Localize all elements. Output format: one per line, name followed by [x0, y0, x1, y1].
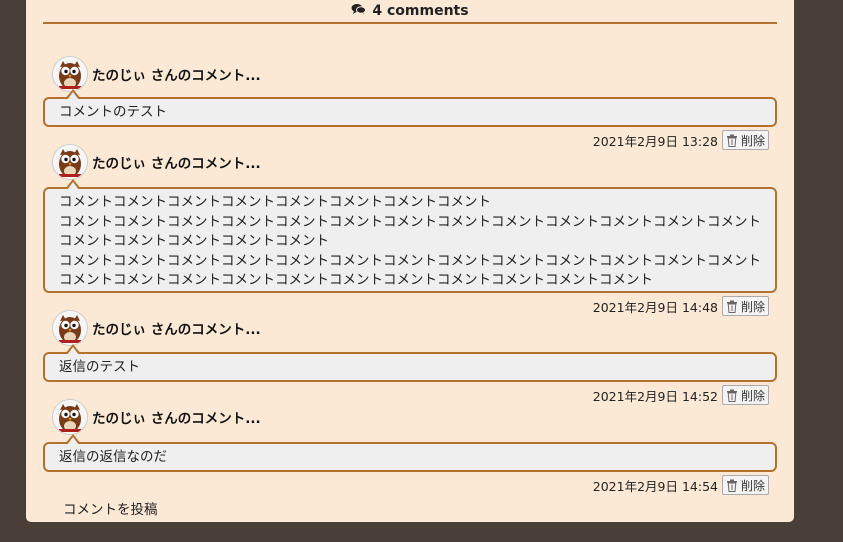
comment-body: コメントコメントコメントコメントコメントコメントコメントコメント コメントコメン… — [43, 179, 777, 293]
delete-button[interactable]: 削除 — [721, 130, 769, 150]
comment-text: コメントのテスト — [59, 104, 167, 120]
owl-avatar-icon[interactable] — [52, 399, 88, 435]
comment-author-name: たのじぃ さんのコメント... — [92, 68, 261, 84]
comment-date[interactable]: 2021年2月9日 14:54 — [593, 476, 718, 495]
comment-date[interactable]: 2021年2月9日 14:52 — [593, 386, 718, 405]
comment-author: たのじぃ さんのコメント... — [52, 399, 261, 435]
comment-text: 返信のテスト — [59, 359, 140, 375]
delete-label: 削除 — [740, 133, 765, 148]
comment-text: コメントコメントコメントコメントコメントコメントコメントコメントコメントコメント… — [59, 252, 761, 289]
comment-author: たのじぃ さんのコメント... — [52, 310, 261, 346]
comments-header: 4 comments — [43, 0, 777, 24]
comment-author-name: たのじぃ さんのコメント... — [92, 156, 261, 172]
comments-panel: 4 comments たのじぃ さんのコメント... コメントのテスト 2021… — [26, 0, 794, 522]
delete-label: 削除 — [740, 478, 765, 493]
owl-avatar-icon[interactable] — [52, 56, 88, 92]
comment-author: たのじぃ さんのコメント... — [52, 56, 261, 92]
comments-icon — [351, 0, 367, 22]
post-comment-link[interactable]: コメントを投稿 — [63, 498, 158, 518]
comment-date[interactable]: 2021年2月9日 13:28 — [593, 131, 718, 150]
comments-count: 4 comments — [372, 3, 469, 19]
comment-meta: 2021年2月9日 14:48 削除 — [593, 296, 769, 316]
comment-text: 返信の返信なのだ — [59, 449, 167, 465]
delete-label: 削除 — [740, 388, 765, 403]
trash-icon — [726, 479, 737, 492]
comment-body: 返信のテスト — [43, 344, 777, 382]
comment-author-name: たのじぃ さんのコメント... — [92, 322, 261, 338]
comment-meta: 2021年2月9日 14:52 削除 — [593, 385, 769, 405]
trash-icon — [726, 300, 737, 313]
owl-avatar-icon[interactable] — [52, 310, 88, 346]
delete-button[interactable]: 削除 — [721, 385, 769, 405]
comment-author-name: たのじぃ さんのコメント... — [92, 411, 261, 427]
comment-meta: 2021年2月9日 13:28 削除 — [593, 130, 769, 150]
comment-body: 返信の返信なのだ — [43, 434, 777, 472]
comment-meta: 2021年2月9日 14:54 削除 — [593, 475, 769, 495]
delete-label: 削除 — [740, 299, 765, 314]
owl-avatar-icon[interactable] — [52, 144, 88, 180]
delete-button[interactable]: 削除 — [721, 296, 769, 316]
delete-button[interactable]: 削除 — [721, 475, 769, 495]
comment-date[interactable]: 2021年2月9日 14:48 — [593, 297, 718, 316]
comment-text: コメントコメントコメントコメントコメントコメントコメントコメント — [59, 194, 491, 210]
trash-icon — [726, 134, 737, 147]
trash-icon — [726, 389, 737, 402]
comment-body: コメントのテスト — [43, 89, 777, 127]
comment-text: コメントコメントコメントコメントコメントコメントコメントコメントコメントコメント… — [59, 213, 761, 250]
comment-author: たのじぃ さんのコメント... — [52, 144, 261, 180]
